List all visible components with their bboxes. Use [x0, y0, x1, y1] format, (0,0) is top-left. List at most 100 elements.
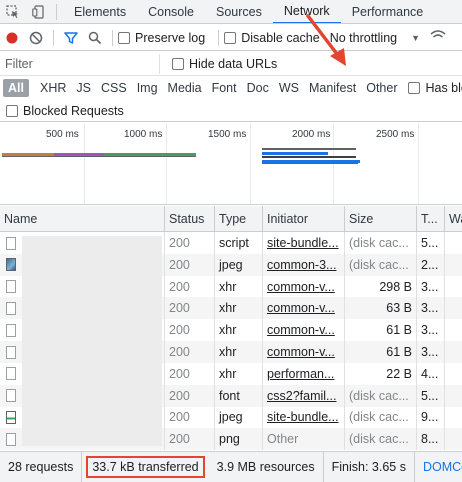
initiator-link[interactable]: site-bundle...	[267, 236, 339, 250]
timeline-gridline	[166, 123, 167, 204]
tab-console[interactable]: Console	[137, 0, 205, 23]
waterfall-cell	[444, 275, 462, 298]
status-cell: 200	[169, 410, 190, 425]
initiator-link-container: Other	[262, 428, 344, 450]
status-cell-container: 200	[164, 428, 214, 450]
time-cell-container: 2...	[416, 253, 444, 276]
type-filter-xhr[interactable]: XHR	[35, 79, 71, 97]
type-cell-container: xhr	[214, 362, 262, 385]
initiator-link[interactable]: common-v...	[267, 301, 335, 315]
column-header-waterfall[interactable]: Wa	[444, 206, 462, 232]
type-filter-all[interactable]: All	[3, 79, 29, 97]
timeline-tick-label: 500 ms	[46, 129, 79, 140]
initiator-link-container: common-v...	[262, 297, 344, 320]
file-icon	[6, 389, 16, 403]
blocked-requests-checkbox[interactable]: Blocked Requests	[6, 104, 124, 118]
type-filter-js[interactable]: JS	[71, 79, 96, 97]
waterfall-cell	[444, 297, 462, 320]
timeline-bar	[2, 156, 196, 157]
type-cell: xhr	[219, 323, 237, 338]
status-cell-container: 200	[164, 253, 214, 276]
initiator-link-container: site-bundle...	[262, 232, 344, 254]
column-header-time[interactable]: T...	[416, 206, 444, 232]
initiator-link[interactable]: common-v...	[267, 323, 335, 337]
checkbox-box[interactable]	[172, 57, 184, 70]
toolbar-separator	[53, 29, 54, 46]
record-icon[interactable]	[0, 25, 24, 50]
size-cell: 61 B	[386, 345, 412, 359]
column-header-status[interactable]: Status	[164, 206, 214, 232]
type-filter-font[interactable]: Font	[207, 79, 242, 97]
timeline-bar	[262, 156, 356, 158]
filter-icon[interactable]	[59, 25, 83, 50]
size-cell: 298 B	[379, 279, 412, 294]
status-cell-container: 200	[164, 406, 214, 429]
tab-sources[interactable]: Sources	[205, 0, 273, 23]
status-cell: 200	[169, 236, 190, 250]
type-cell: png	[219, 432, 240, 447]
status-cell-container: 200	[164, 275, 214, 298]
network-overview-timeline[interactable]: 500 ms 1000 ms 1500 ms 2000 ms 2500 ms	[0, 123, 462, 205]
checkbox-box[interactable]	[224, 31, 237, 44]
type-cell: xhr	[219, 345, 237, 359]
type-cell: xhr	[219, 279, 237, 294]
redacted-names	[22, 236, 162, 446]
clear-icon[interactable]	[24, 25, 48, 50]
image-file-icon	[6, 410, 16, 424]
hide-data-urls-checkbox[interactable]: Hide data URLs	[172, 57, 277, 71]
timeline-bar	[262, 152, 328, 155]
initiator-link[interactable]: site-bundle...	[267, 410, 339, 424]
initiator-link[interactable]: performan...	[267, 367, 334, 381]
type-filter-doc[interactable]: Doc	[242, 79, 274, 97]
column-header-name[interactable]: Name	[0, 206, 164, 232]
preserve-log-checkbox[interactable]: Preserve log	[118, 31, 205, 45]
column-header-type[interactable]: Type	[214, 206, 262, 232]
size-cell: (disk cac...	[349, 432, 409, 447]
checkbox-box[interactable]	[118, 31, 130, 44]
type-cell-container: xhr	[214, 341, 262, 363]
search-icon[interactable]	[83, 25, 107, 50]
initiator-link-container: common-v...	[262, 275, 344, 298]
type-filter-css[interactable]: CSS	[96, 79, 132, 97]
column-header-size[interactable]: Size	[344, 206, 416, 232]
waterfall-cell	[444, 406, 462, 429]
type-filter-media[interactable]: Media	[163, 79, 207, 97]
type-filter-ws[interactable]: WS	[274, 79, 304, 97]
timeline-tick-label: 2000 ms	[292, 129, 331, 140]
status-cell-container: 200	[164, 297, 214, 320]
has-blocked-cookies-checkbox[interactable]: Has block	[408, 81, 462, 95]
filter-input[interactable]	[0, 53, 160, 74]
tab-separator	[56, 3, 57, 20]
type-cell-container: script	[214, 232, 262, 254]
requests-table-body: 200 script site-bundle... (disk cac... 5... 2…	[0, 232, 462, 450]
time-cell-container: 8...	[416, 428, 444, 450]
timeline-gridline	[333, 123, 334, 204]
time-cell: 3...	[421, 323, 439, 338]
time-cell: 3...	[421, 279, 439, 294]
initiator-link[interactable]: common-v...	[267, 345, 335, 359]
waterfall-cell	[444, 253, 462, 276]
time-cell-container: 3...	[416, 341, 444, 363]
initiator-link[interactable]: css2?famil...	[267, 389, 336, 403]
column-header-initiator[interactable]: Initiator	[262, 206, 344, 232]
checkbox-box[interactable]	[6, 104, 18, 117]
type-cell: jpeg	[219, 410, 243, 425]
size-cell-container: (disk cac...	[344, 253, 416, 276]
checkbox-box[interactable]	[408, 82, 421, 94]
type-filter-img[interactable]: Img	[132, 79, 163, 97]
initiator-link[interactable]: common-v...	[267, 280, 335, 294]
inspect-element-icon[interactable]	[0, 0, 26, 23]
type-filter-other[interactable]: Other	[361, 79, 402, 97]
network-conditions-icon[interactable]	[430, 29, 446, 46]
tab-elements[interactable]: Elements	[63, 0, 137, 23]
time-cell-container: 5...	[416, 232, 444, 254]
status-cell: 200	[169, 257, 190, 272]
size-cell: (disk cac...	[349, 388, 409, 403]
status-cell-container: 200	[164, 341, 214, 363]
type-filter-manifest[interactable]: Manifest	[304, 79, 361, 97]
device-toolbar-icon[interactable]	[26, 0, 52, 23]
size-cell: 63 B	[386, 301, 412, 316]
initiator-link[interactable]: common-3...	[267, 258, 336, 272]
waterfall-cell	[444, 362, 462, 385]
waterfall-cell	[444, 319, 462, 342]
